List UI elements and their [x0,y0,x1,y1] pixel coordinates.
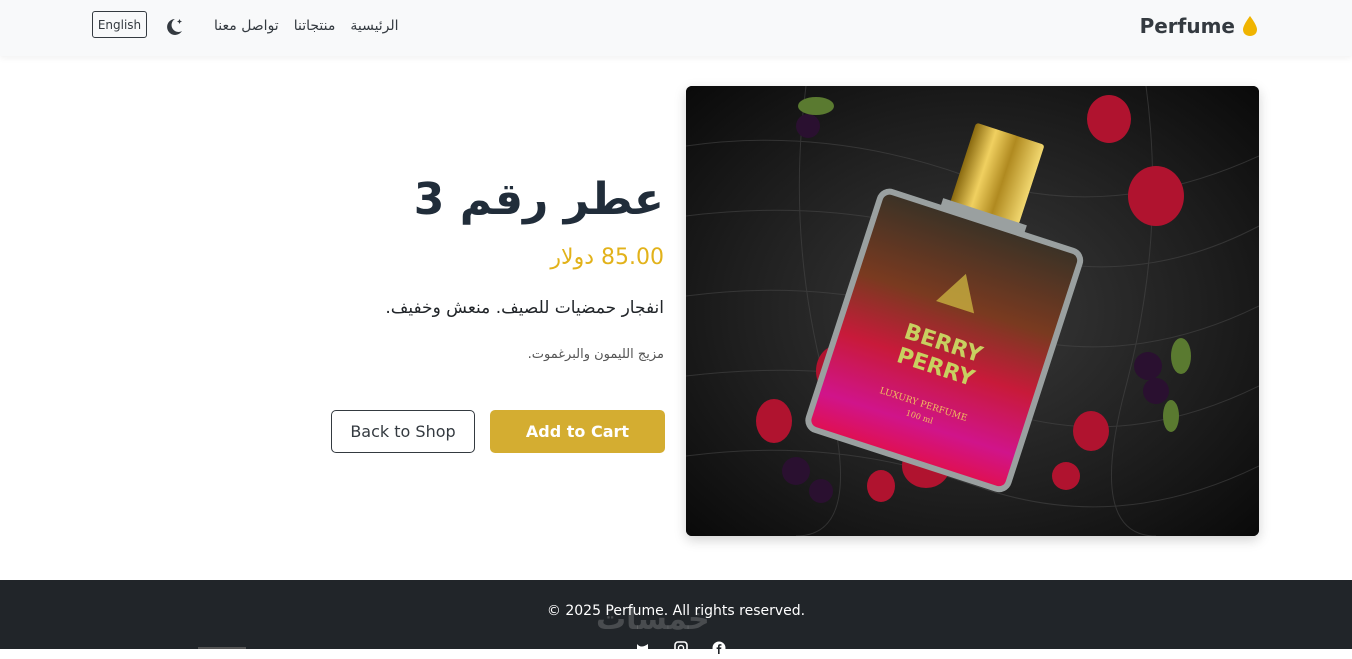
add-to-cart-button[interactable]: Add to Cart [490,410,665,453]
twitter-icon[interactable] [636,640,650,654]
product-price: 85.00 دولار [550,245,664,270]
nav-link-contact[interactable]: تواصل معنا [214,18,279,34]
back-to-shop-button[interactable]: Back to Shop [331,410,475,453]
facebook-icon[interactable] [712,640,726,655]
footer: خمسات © 2025 Perfume. All rights reserve… [0,580,1352,655]
copyright-text: © 2025 Perfume. All rights reserved. [546,603,806,619]
product-title: عطر رقم 3 [413,174,664,225]
social-links [636,640,726,655]
navbar: Perfume الرئيسية منتجاتنا تواصل معنا Eng… [0,0,1352,56]
nav-links: الرئيسية منتجاتنا تواصل معنا [214,18,399,34]
nav-link-home[interactable]: الرئيسية [350,18,398,34]
product-description: انفجار حمضيات للصيف. منعش وخفيف. [385,298,664,318]
brand-logo[interactable]: Perfume [1140,14,1259,38]
drop-icon [1243,16,1257,36]
moon-icon[interactable] [163,16,185,38]
nav-link-products[interactable]: منتجاتنا [294,18,336,34]
instagram-icon[interactable] [674,640,688,655]
product-notes: مزيج الليمون والبرغموت. [527,347,664,362]
language-toggle-button[interactable]: English [92,11,147,38]
product-image: BERRY PERRY LUXURY PERFUME 100 ml [686,86,1259,536]
brand-name[interactable]: Perfume [1140,14,1235,38]
